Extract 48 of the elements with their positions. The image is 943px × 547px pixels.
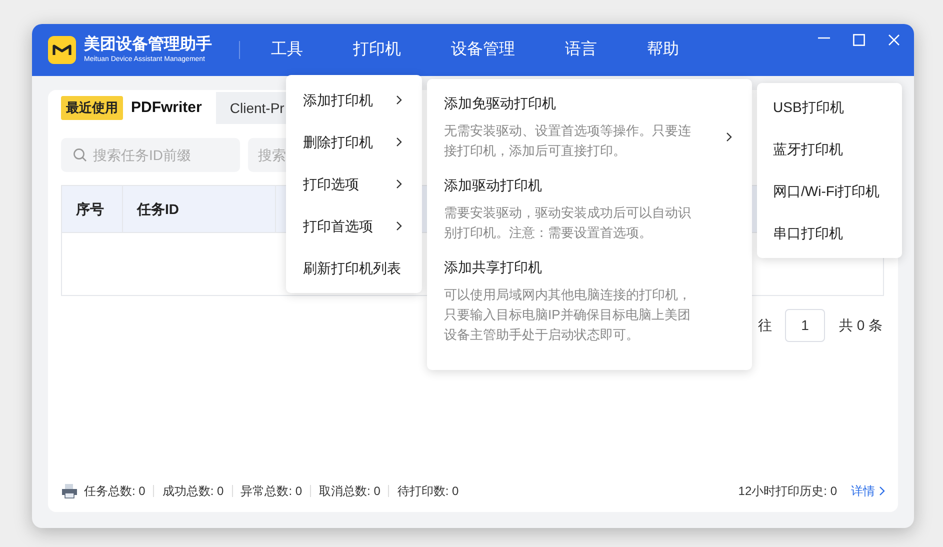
chevron-right-icon xyxy=(879,486,885,496)
status-count: 成功总数: 0 xyxy=(162,483,224,500)
chevron-right-icon xyxy=(396,95,402,105)
chevron-right-icon xyxy=(396,179,402,189)
column-header: 任务ID xyxy=(123,186,276,232)
menu-item[interactable]: 添加免驱动打印机 无需安装驱动、设置首选项等操作。只要连接打印机，添加后可直接打印。 xyxy=(427,91,752,161)
status-count: 取消总数: 0 xyxy=(319,483,380,500)
details-link[interactable]: 详情 xyxy=(851,482,885,500)
menu-item[interactable]: 帮助 xyxy=(622,38,704,62)
column-header: 序号 xyxy=(62,186,123,232)
menu-item[interactable]: 网口/Wi-Fi打印机 xyxy=(757,170,902,212)
menu-item[interactable]: 刷新打印机列表 xyxy=(286,247,422,289)
total-count: 共 0 条 xyxy=(839,316,883,335)
menu-item[interactable]: 添加驱动打印机 需要安装驱动，驱动安装成功后可以自动识别打印机。注意：需要设置首选项。 xyxy=(427,173,752,243)
status-count: 待打印数: 0 xyxy=(397,483,459,500)
chevron-right-icon xyxy=(726,132,732,142)
menu-item[interactable]: 删除打印机 xyxy=(286,121,422,163)
menu-item[interactable]: 蓝牙打印机 xyxy=(757,128,902,170)
search-icon xyxy=(73,148,87,162)
menu-item-description: 需要安装驱动，驱动安装成功后可以自动识别打印机。注意：需要设置首选项。 xyxy=(444,204,692,242)
close-icon[interactable] xyxy=(888,34,900,46)
menu-item-description: 无需安装驱动、设置首选项等操作。只要连接打印机，添加后可直接打印。 xyxy=(444,122,692,160)
printer-icon xyxy=(61,483,78,499)
menu-item[interactable]: 打印首选项 xyxy=(286,205,422,247)
menu-item[interactable]: 打印机 xyxy=(328,38,426,62)
print-history: 12小时打印历史: 0 xyxy=(738,483,837,500)
app-title: 美团设备管理助手 xyxy=(84,37,212,53)
menu-item-title: 添加共享打印机 xyxy=(444,258,543,277)
menu-item[interactable]: 语言 xyxy=(540,38,622,62)
menu-item[interactable]: 设备管理 xyxy=(426,38,540,62)
menu-item-description: 可以使用局域网内其他电脑连接的打印机，只要输入目标电脑IP并确保目标电脑上美团设备主管助手处于启动状态即可。 xyxy=(444,286,692,344)
menu-item-title: 添加驱动打印机 xyxy=(444,176,543,195)
status-count: 异常总数: 0 xyxy=(240,483,302,500)
chevron-right-icon xyxy=(396,137,402,147)
search-field[interactable]: 搜索任务ID前缀 xyxy=(61,138,240,172)
menu-item[interactable]: 串口打印机 xyxy=(757,212,902,254)
page-input[interactable]: 1 xyxy=(785,309,825,342)
menu-item[interactable]: 工具 xyxy=(246,38,328,62)
logo-icon xyxy=(48,36,76,64)
maximize-icon[interactable] xyxy=(853,34,865,46)
menu-item[interactable]: 添加共享打印机 可以使用局域网内其他电脑连接的打印机，只要输入目标电脑IP并确保目标电脑上美团设备主管助手处于启动状态即可。 xyxy=(427,255,752,345)
menu-item-title: 添加免驱动打印机 xyxy=(444,94,557,113)
chevron-right-icon xyxy=(396,221,402,231)
menu-item[interactable]: 打印选项 xyxy=(286,163,422,205)
status-count: 任务总数: 0 xyxy=(84,483,146,500)
recent-badge: 最近使用 xyxy=(61,96,123,120)
goto-label: 往 xyxy=(758,316,772,335)
menu-item[interactable]: USB打印机 xyxy=(757,86,902,128)
